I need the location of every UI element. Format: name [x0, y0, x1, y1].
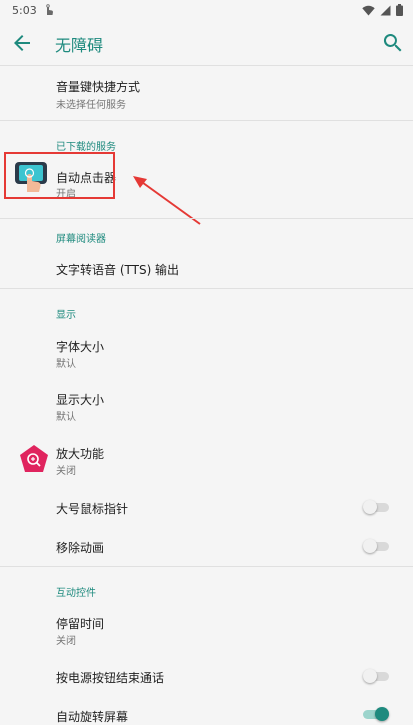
power-button-ends-call-toggle[interactable]: [363, 669, 389, 683]
large-pointer-item[interactable]: 大号鼠标指针: [0, 490, 413, 524]
divider: [0, 566, 413, 567]
auto-rotate-item[interactable]: 自动旋转屏幕: [0, 700, 413, 724]
battery-icon: [396, 4, 403, 16]
magnification-subtitle: 关闭: [56, 466, 76, 477]
section-header-screen-reader: 屏幕阅读器: [56, 234, 106, 245]
auto-rotate-title: 自动旋转屏幕: [56, 710, 129, 724]
section-header-interaction: 互动控件: [56, 588, 96, 599]
magnification-icon: [20, 445, 48, 472]
wifi-icon: [362, 5, 375, 15]
volume-shortcut-title: 音量键快捷方式: [56, 80, 141, 94]
power-button-ends-call-title: 按电源按钮结束通话: [56, 671, 165, 685]
annotation-arrow: [133, 176, 201, 225]
magnification-item[interactable]: 放大功能 关闭: [0, 432, 413, 480]
section-header-display: 显示: [56, 310, 76, 321]
status-bar: 5:03: [0, 0, 413, 20]
page-title: 无障碍: [55, 36, 104, 55]
magnification-title: 放大功能: [56, 447, 105, 461]
tts-output-title: 文字转语音 (TTS) 输出: [56, 263, 180, 277]
remove-animations-item[interactable]: 移除动画: [0, 530, 413, 564]
status-time: 5:03: [12, 3, 37, 17]
display-size-subtitle: 默认: [56, 412, 76, 423]
touch-notification-icon: [46, 4, 53, 15]
toggle-thumb: [363, 669, 377, 683]
search-icon[interactable]: [381, 31, 405, 55]
volume-shortcut-item[interactable]: 音量键快捷方式 未选择任何服务: [0, 66, 413, 120]
toggle-thumb: [363, 539, 377, 553]
section-header-downloaded: 已下载的服务: [56, 142, 116, 153]
display-size-item[interactable]: 显示大小 默认: [0, 380, 413, 426]
font-size-title: 字体大小: [56, 340, 105, 354]
dwell-timing-title: 停留时间: [56, 617, 105, 631]
divider: [0, 218, 413, 219]
dwell-timing-item[interactable]: 停留时间 关闭: [0, 604, 413, 650]
divider: [0, 120, 413, 121]
font-size-subtitle: 默认: [56, 359, 76, 370]
large-pointer-title: 大号鼠标指针: [56, 502, 129, 516]
cell-signal-icon: [380, 5, 391, 15]
display-size-title: 显示大小: [56, 393, 105, 407]
highlight-box: [4, 152, 115, 199]
back-arrow-icon[interactable]: [10, 31, 34, 55]
large-pointer-toggle[interactable]: [363, 500, 389, 514]
volume-shortcut-subtitle: 未选择任何服务: [56, 100, 126, 111]
app-bar: 无障碍: [0, 20, 413, 66]
tts-output-item[interactable]: 文字转语音 (TTS) 输出: [0, 246, 413, 286]
divider: [0, 288, 413, 289]
remove-animations-title: 移除动画: [56, 541, 105, 555]
font-size-item[interactable]: 字体大小 默认: [0, 326, 413, 372]
remove-animations-toggle[interactable]: [363, 539, 389, 553]
auto-rotate-toggle[interactable]: [363, 707, 389, 721]
dwell-timing-subtitle: 关闭: [56, 636, 76, 647]
toggle-thumb: [363, 500, 377, 514]
toggle-thumb: [375, 707, 389, 721]
power-button-ends-call-item[interactable]: 按电源按钮结束通话: [0, 660, 413, 694]
